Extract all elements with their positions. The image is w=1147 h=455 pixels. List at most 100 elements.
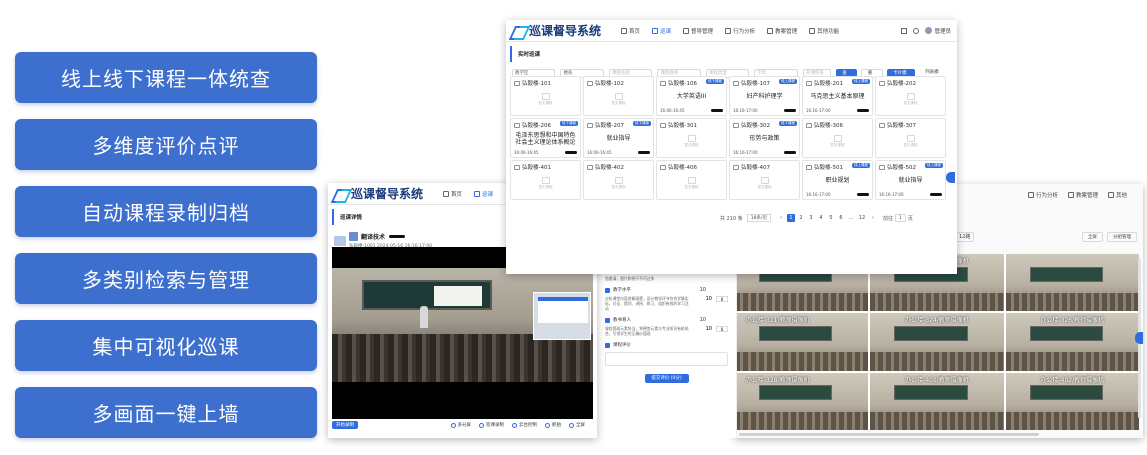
comment-textarea[interactable] — [605, 352, 728, 366]
checkbox-icon[interactable] — [605, 287, 610, 293]
group-manage-button[interactable]: 分组管理 — [1107, 232, 1137, 242]
page-size-select[interactable]: 18条/页 — [746, 214, 771, 222]
room-name: 弘毅楼-407 — [733, 163, 796, 171]
eval-item-desc: 分析课堂内容讲解清楚，设计教学环节符合学情实际，讨论、提问、讲授、练习、组织有效… — [605, 296, 689, 311]
nav-label: 行为分析 — [733, 28, 756, 35]
page-button[interactable]: 4 — [817, 214, 825, 222]
page-button[interactable]: 12 — [857, 214, 867, 222]
ptz-control-button[interactable]: 云台控制 — [512, 422, 537, 428]
next-page-button[interactable]: › — [869, 214, 877, 222]
nav-supervision[interactable]: 督导管理 — [683, 27, 713, 35]
room-card[interactable]: 弘毅楼-407 暂无课程 — [729, 160, 800, 200]
room-name: 弘毅楼-406 — [660, 163, 723, 171]
course-time: 16:16-17:00 — [806, 192, 831, 197]
empty-text: 暂无课程 — [903, 101, 918, 105]
page-ellipsis[interactable]: ... — [847, 214, 855, 222]
room-card[interactable]: 弘毅楼-202 暂无课程 — [875, 76, 946, 116]
room-card[interactable]: 弘毅楼-302 线下课程 形势与政策 16:16-17:00 — [729, 118, 800, 158]
page-button[interactable]: 5 — [827, 214, 835, 222]
camera-tile[interactable]: 办公楼-311/教师摄像机 — [735, 313, 869, 371]
room-card[interactable]: 弘毅楼-207 线下课程 就业指导 16:00-16:45 — [583, 118, 654, 158]
camera-label: 办公楼-328/教师摄像机 — [745, 376, 810, 384]
page-button[interactable]: 2 — [797, 214, 805, 222]
feature-pill: 多维度评价点评 — [15, 119, 317, 170]
desks — [1005, 292, 1139, 312]
room-card[interactable]: 弘毅楼-106 线下课程 大学英语III 16:00-16:45 — [656, 76, 727, 116]
room-card[interactable]: 弘毅楼-306 暂无课程 — [802, 118, 873, 158]
settings-icon[interactable] — [913, 27, 920, 34]
side-collapse-handle[interactable] — [946, 172, 955, 183]
nav-other[interactable]: 其他功能 — [809, 27, 839, 35]
page-button[interactable]: 3 — [807, 214, 815, 222]
nav-lesson[interactable]: 教案管理 — [1067, 191, 1098, 199]
camera-tile[interactable]: 办公楼-401/教师摄像机 — [870, 372, 1004, 430]
horizontal-scrollbar[interactable] — [739, 433, 1039, 436]
redacted-teacher — [711, 109, 723, 112]
room-card[interactable]: 弘毅楼-107 线上课程 妇产科护理学 16:16-17:00 — [729, 76, 800, 116]
room-card[interactable]: 弘毅楼-401 暂无课程 — [510, 160, 581, 200]
room-card[interactable]: 弘毅楼-101 暂无课程 — [510, 76, 581, 116]
side-collapse-handle[interactable] — [1135, 332, 1143, 344]
room-name: 弘毅楼-402 — [587, 163, 650, 171]
room-card[interactable]: 弘毅楼-406 暂无课程 — [656, 160, 727, 200]
prev-page-button[interactable]: ‹ — [777, 214, 785, 222]
room-card[interactable]: 弘毅楼-301 暂无课程 — [656, 118, 727, 158]
camera-tile[interactable] — [1005, 254, 1139, 312]
start-record-button[interactable]: 开始录制 — [332, 421, 358, 429]
score-input[interactable]: 0 — [716, 296, 728, 302]
multi-split-button[interactable]: 多分屏 — [450, 422, 471, 428]
empty-text: 暂无课程 — [830, 143, 845, 147]
nav-lesson[interactable]: 教案管理 — [767, 27, 797, 35]
nav-patrol[interactable]: 巡课 — [652, 27, 671, 35]
classroom-icon — [514, 80, 520, 86]
goto-page-input[interactable]: 1 — [895, 214, 906, 222]
nav-patrol[interactable]: 巡课 — [474, 190, 493, 198]
tool-label: 云台控制 — [519, 423, 537, 428]
camera-tile[interactable]: 办公楼-324/教师摄像机 — [870, 313, 1004, 371]
picture-in-picture[interactable] — [533, 292, 591, 340]
room-card[interactable]: 弘毅楼-501 线上课程 职业规划 16:16-17:00 — [802, 160, 873, 200]
camera-tile[interactable]: 办公楼-328/教师摄像机 — [735, 372, 869, 430]
room-label: 弘毅楼-102 — [595, 81, 624, 87]
nav-home[interactable]: 首页 — [443, 190, 462, 198]
chart-icon — [725, 27, 732, 34]
realtime-patrol-window: 巡课督导系统 首页 巡课 督导管理 行为分析 教案管理 其他功能 管理员 实时巡… — [506, 20, 957, 274]
user-name[interactable]: 管理员 — [934, 27, 951, 35]
eval-item-label: 教书育人 — [613, 318, 631, 323]
checkbox-icon[interactable] — [605, 342, 610, 348]
submit-eval-button[interactable]: 提交评价 (0分) — [644, 374, 689, 383]
course-time: 16:00-16:45 — [514, 150, 539, 155]
fullscreen-icon[interactable] — [901, 27, 908, 34]
fullscreen-button[interactable]: 全屏 — [569, 422, 585, 428]
checkbox-icon[interactable] — [605, 317, 610, 323]
nav-behavior[interactable]: 行为分析 — [1027, 191, 1058, 199]
video-icon — [652, 27, 659, 34]
main-topbar: 巡课督导系统 首页 巡课 督导管理 行为分析 教案管理 其他功能 管理员 — [506, 20, 957, 42]
course-type-badge: 线下课程 — [706, 79, 724, 84]
snapshot-button[interactable]: 抓拍 — [545, 422, 561, 428]
page-button[interactable]: 1 — [786, 214, 795, 222]
patrol-record-button[interactable]: 巡课录制 — [479, 422, 504, 428]
fullscreen-button[interactable]: 全屏 — [1082, 232, 1103, 242]
room-card[interactable]: 弘毅楼-201 线上课程 马克思主义基本原理 16:16-17:00 — [802, 76, 873, 116]
camera-tile[interactable]: 办公楼-326/教师摄像机 — [1005, 313, 1139, 371]
room-card[interactable]: 弘毅楼-402 暂无课程 — [583, 160, 654, 200]
avatar[interactable] — [925, 27, 933, 34]
room-card[interactable]: 弘毅楼-102 暂无课程 — [583, 76, 654, 116]
grid-layout-select[interactable]: 12路 — [955, 232, 975, 242]
nav-behavior[interactable]: 行为分析 — [725, 27, 755, 35]
camera-tile[interactable]: 办公楼-402/教师摄像机 — [1005, 372, 1139, 430]
redacted-teacher — [784, 151, 796, 154]
classroom-icon — [806, 80, 812, 86]
nav-other[interactable]: 其他 — [1107, 191, 1127, 199]
room-label: 弘毅楼-201 — [814, 81, 843, 87]
student-desks — [332, 334, 593, 382]
room-card[interactable]: 弘毅楼-307 暂无课程 — [875, 118, 946, 158]
room-card[interactable]: 弘毅楼-206 线下课程 毛泽东思想和中国特色社会主义理论体系概论 16:00-16:… — [510, 118, 581, 158]
room-card[interactable]: 弘毅楼-502 线上课程 就业指导 16:16-17:00 — [875, 160, 946, 200]
empty-text: 暂无课程 — [757, 185, 772, 189]
empty-icon — [687, 135, 696, 142]
page-button[interactable]: 6 — [837, 214, 845, 222]
score-input[interactable]: 0 — [716, 326, 728, 332]
nav-home[interactable]: 首页 — [621, 27, 640, 35]
